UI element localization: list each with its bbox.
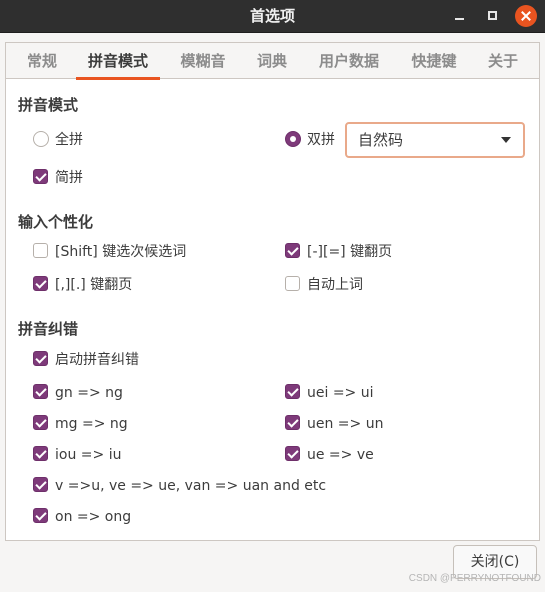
checkbox-checked-icon: [33, 477, 48, 492]
checkbox-checked-icon: [33, 508, 48, 523]
checkbox-icon: [33, 243, 48, 258]
radio-selected-icon: [285, 131, 301, 147]
tab-bar: 常规 拼音模式 模糊音 词典 用户数据 快捷键 关于: [6, 43, 539, 80]
checkbox-checked-icon: [33, 276, 48, 291]
section-heading-pinyin-mode: 拼音模式: [18, 96, 79, 114]
maximize-icon[interactable]: [482, 5, 504, 27]
checkbox-checked-icon: [285, 243, 300, 258]
minimize-icon[interactable]: [449, 5, 471, 27]
tab-shortcuts[interactable]: 快捷键: [410, 43, 458, 79]
checkbox-checked-icon: [33, 169, 48, 184]
checkbox-checked-icon: [33, 351, 48, 366]
watermark: CSDN @PERRYNOTFOUND: [408, 573, 541, 584]
checkbox-icon: [285, 276, 300, 291]
checkbox-checked-icon: [33, 446, 48, 461]
tab-fuzzy-pinyin[interactable]: 模糊音: [179, 43, 227, 79]
tab-general[interactable]: 常规: [26, 43, 58, 79]
radio-icon: [33, 131, 49, 147]
tab-pinyin-mode[interactable]: 拼音模式: [76, 43, 160, 80]
checkbox-checked-icon: [285, 384, 300, 399]
tab-dictionary[interactable]: 词典: [256, 43, 288, 79]
checkbox-checked-icon: [285, 446, 300, 461]
double-pinyin-scheme-select[interactable]: 自然码: [345, 122, 525, 158]
tab-user-data[interactable]: 用户数据: [317, 43, 381, 79]
tab-about[interactable]: 关于: [487, 43, 519, 79]
preferences-notebook: 常规 拼音模式 模糊音 词典 用户数据 快捷键 关于 拼音模式 全拼 双拼 自然…: [5, 42, 540, 541]
dropdown-arrow-icon: [501, 137, 511, 143]
checkbox-checked-icon: [285, 415, 300, 430]
scheme-value: 自然码: [358, 131, 404, 149]
checkbox-checked-icon: [33, 384, 48, 399]
close-window-icon[interactable]: [515, 5, 537, 27]
title-bar: 首选项: [0, 0, 545, 33]
checkbox-checked-icon: [33, 415, 48, 430]
section-heading-correction: 拼音纠错: [18, 320, 79, 338]
section-heading-input-personalization: 输入个性化: [18, 213, 94, 231]
